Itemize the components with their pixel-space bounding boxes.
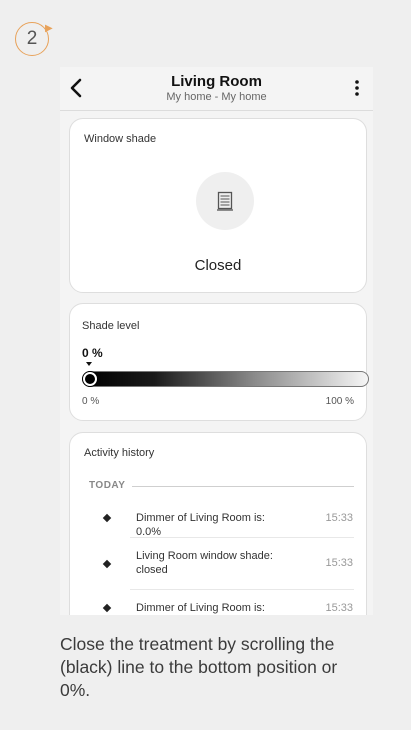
tutorial-card: 2 ▶ Living Room My home - My home Window bbox=[0, 0, 411, 730]
step-number: 2 bbox=[26, 28, 38, 49]
shade-level-value: 0 % bbox=[82, 346, 103, 360]
window-shade-icon bbox=[217, 191, 233, 211]
diamond-bullet-icon bbox=[102, 513, 112, 523]
slider-min-label: 0 % bbox=[82, 396, 100, 407]
activity-text: Dimmer of Living Room is: 0.0% bbox=[136, 512, 265, 538]
slider-max-label: 100 % bbox=[325, 396, 354, 407]
shade-state-text: Closed bbox=[194, 257, 242, 274]
activity-history-panel: Activity history TODAY Dimmer of Living … bbox=[69, 432, 367, 615]
diamond-bullet-icon bbox=[102, 559, 112, 569]
diamond-bullet-icon bbox=[102, 603, 112, 613]
slider-thumb[interactable] bbox=[83, 372, 97, 386]
shade-level-slider[interactable] bbox=[82, 371, 369, 387]
app-header: Living Room My home - My home bbox=[60, 67, 373, 111]
activity-time: 15:33 bbox=[325, 512, 353, 524]
level-pointer-icon bbox=[86, 362, 92, 366]
phone-screen: Living Room My home - My home Window sha… bbox=[60, 67, 373, 615]
activity-text: Living Room window shade: closed bbox=[136, 550, 273, 576]
activity-history-label: Activity history bbox=[84, 447, 155, 459]
shade-level-label: Shade level bbox=[82, 320, 140, 332]
divider bbox=[132, 486, 354, 487]
window-shade-label: Window shade bbox=[84, 133, 157, 145]
page-subtitle: My home - My home bbox=[166, 91, 267, 103]
step-badge: 2 ▶ bbox=[15, 22, 53, 56]
page-title: Living Room bbox=[171, 73, 262, 90]
window-shade-panel: Window shade Closed bbox=[69, 118, 367, 293]
divider bbox=[130, 589, 354, 590]
shade-level-panel: Shade level 0 % 0 % 100 % bbox=[69, 303, 369, 421]
refresh-arrow-icon: ▶ bbox=[45, 23, 53, 34]
instruction-caption: Close the treatment by scrolling the (bl… bbox=[60, 634, 338, 700]
divider bbox=[130, 537, 354, 538]
shade-toggle-button[interactable] bbox=[196, 172, 254, 230]
more-menu-button[interactable] bbox=[351, 76, 363, 100]
today-group-label: TODAY bbox=[89, 480, 126, 491]
activity-time: 15:33 bbox=[325, 602, 353, 614]
kebab-menu-icon bbox=[355, 80, 359, 96]
activity-time: 15:33 bbox=[325, 557, 353, 569]
activity-text: Dimmer of Living Room is: 51.0% bbox=[136, 602, 265, 614]
